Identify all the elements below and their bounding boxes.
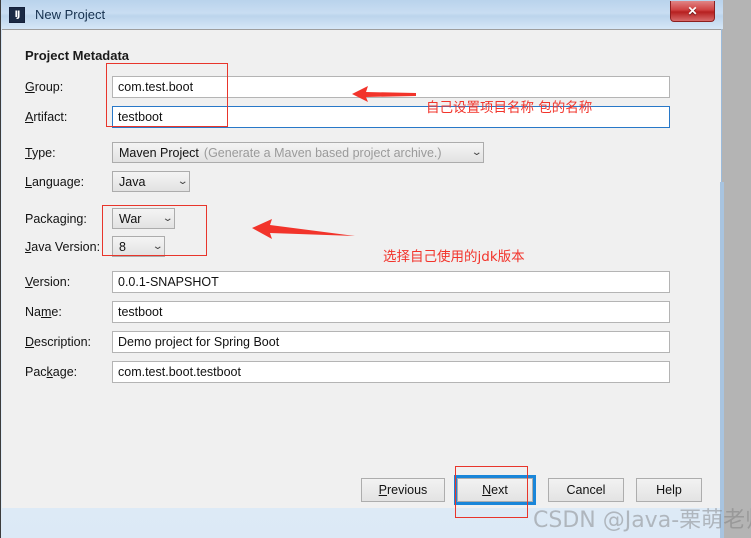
row-java-version: Java Version: 8 ⌄ [2, 236, 721, 258]
row-type: Type: Maven Project (Generate a Maven ba… [2, 142, 721, 164]
previous-button-label: Previous [378, 483, 428, 497]
type-hint-text: (Generate a Maven based project archive.… [203, 145, 442, 160]
java-version-label: Java Version: [25, 240, 101, 254]
language-selected-value: Java [119, 174, 146, 189]
packaging-label: Packaging: [25, 212, 87, 226]
close-icon[interactable]: ✕ [670, 1, 715, 22]
next-button-label: Next [482, 483, 508, 497]
row-package: Package: [2, 361, 721, 383]
annotation-text-top: 自己设置项目名称 包的名称 [426, 100, 593, 116]
annotation-arrow-top [352, 86, 416, 102]
cancel-button[interactable]: Cancel [548, 478, 624, 502]
description-input[interactable] [112, 331, 670, 353]
row-artifact: Artifact: [2, 106, 721, 128]
new-project-dialog: IJ New Project ✕ Project Metadata Group:… [0, 0, 724, 538]
window-title: New Project [35, 7, 106, 22]
intellij-idea-icon: IJ [9, 6, 25, 23]
previous-button[interactable]: Previous [361, 478, 445, 502]
row-language: Language: Java ⌄ [2, 171, 721, 193]
row-packaging: Packaging: War ⌄ [2, 208, 721, 230]
name-label: Name: [25, 305, 62, 319]
type-label: Type: [25, 146, 56, 160]
name-input[interactable] [112, 301, 670, 323]
annotation-text-jdk: 选择自己使用的jdk版本 [383, 249, 525, 265]
description-label: Description: [25, 335, 92, 349]
package-input[interactable] [112, 361, 670, 383]
java-version-dropdown[interactable]: 8 ⌄ [112, 236, 165, 257]
chevron-down-icon: ⌄ [161, 212, 174, 224]
chevron-down-icon: ⌄ [176, 175, 189, 187]
cancel-button-label: Cancel [566, 483, 606, 497]
package-label: Package: [25, 365, 78, 379]
packaging-dropdown[interactable]: War ⌄ [112, 208, 175, 229]
version-input[interactable] [112, 271, 670, 293]
chevron-down-icon: ⌄ [470, 146, 483, 158]
group-label: Group: [25, 80, 64, 94]
type-selected-value: Maven Project [119, 145, 199, 160]
row-description: Description: [2, 331, 721, 353]
type-dropdown[interactable]: Maven Project (Generate a Maven based pr… [112, 142, 484, 163]
language-label: Language: [25, 175, 85, 189]
screenshot-root: IJ New Project ✕ Project Metadata Group:… [0, 0, 751, 538]
help-button[interactable]: Help [636, 478, 702, 502]
packaging-selected-value: War [119, 211, 142, 226]
version-label: Version: [25, 275, 71, 289]
help-button-label: Help [656, 483, 682, 497]
page-title: Project Metadata [25, 48, 130, 63]
row-version: Version: [2, 271, 721, 293]
row-name: Name: [2, 301, 721, 323]
java-version-selected-value: 8 [119, 239, 126, 254]
artifact-label: Artifact: [25, 110, 68, 124]
title-bar: IJ New Project ✕ [1, 0, 723, 29]
window-right-edge [720, 182, 724, 538]
chevron-down-icon: ⌄ [151, 240, 164, 252]
next-button[interactable]: Next [454, 475, 536, 505]
language-dropdown[interactable]: Java ⌄ [112, 171, 190, 192]
annotation-arrow-jdk [252, 219, 355, 239]
